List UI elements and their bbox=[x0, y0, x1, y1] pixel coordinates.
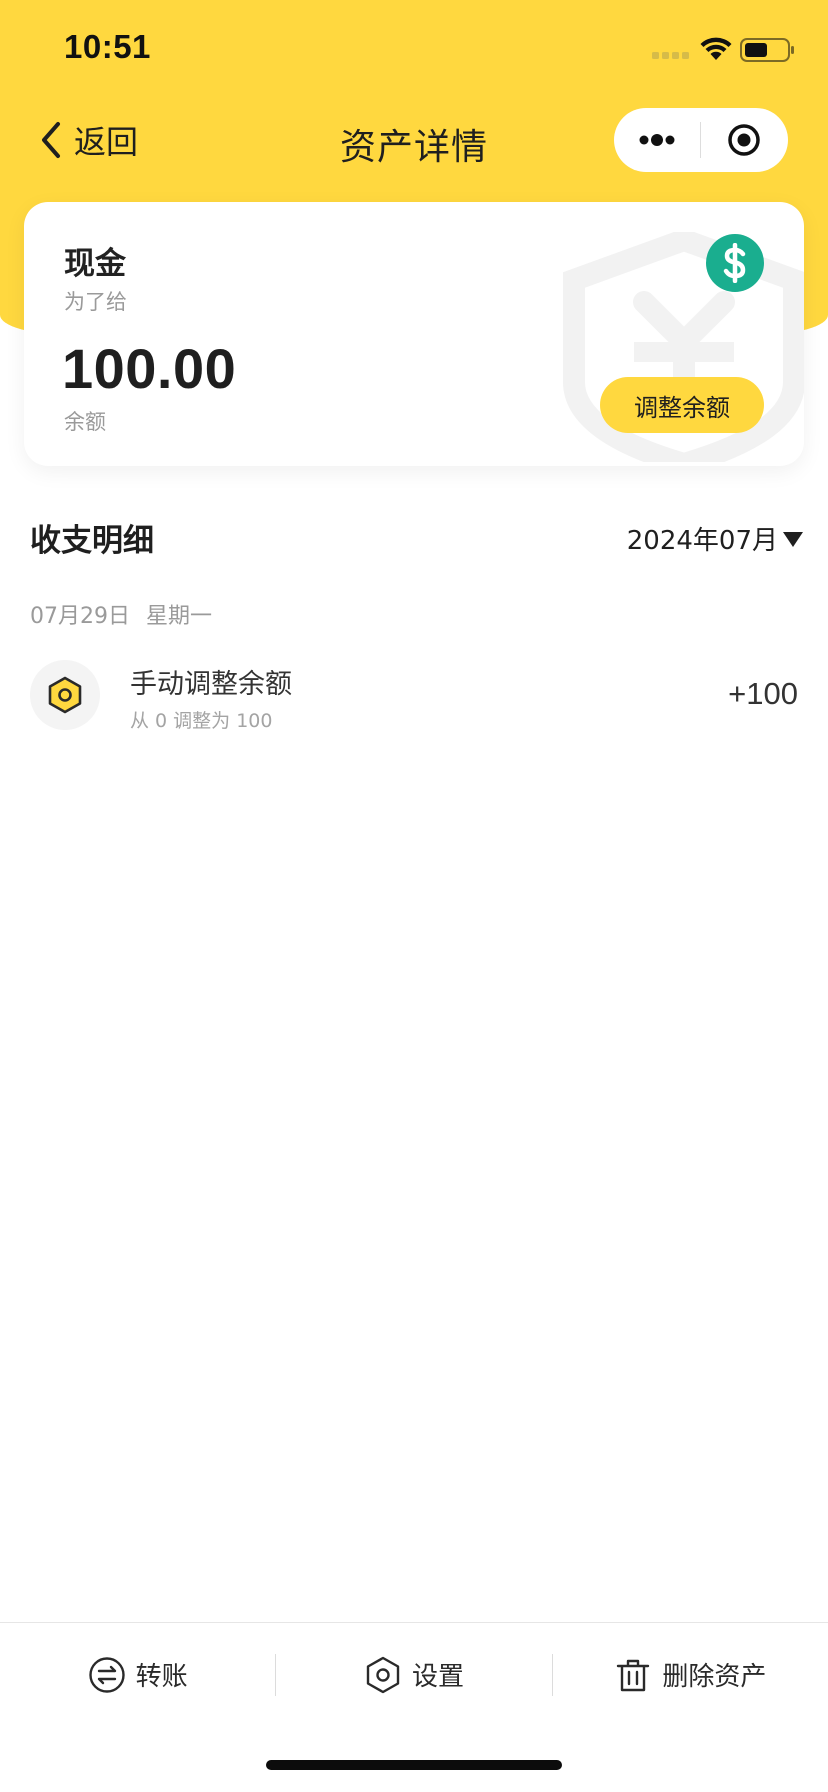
transaction-row[interactable]: 手动调整余额 从 0 调整为 100 +100 bbox=[0, 650, 828, 742]
battery-icon bbox=[740, 38, 794, 62]
home-indicator bbox=[266, 1760, 562, 1770]
status-time: 10:51 bbox=[64, 28, 151, 65]
month-selector[interactable]: 2024年07月 bbox=[627, 520, 804, 557]
section-title: 收支明细 bbox=[30, 523, 154, 559]
asset-card: 现金 为了给 100.00 余额 调整余额 bbox=[24, 202, 804, 466]
bottom-action-bar: 转账 设置 删除资产 bbox=[0, 1622, 828, 1726]
more-button[interactable] bbox=[614, 108, 700, 172]
day-weekday: 星期一 bbox=[146, 604, 213, 629]
settings-label: 设置 bbox=[411, 1662, 464, 1692]
delete-asset-button[interactable]: 删除资产 bbox=[553, 1623, 828, 1727]
transfer-button[interactable]: 转账 bbox=[0, 1623, 275, 1727]
miniprogram-capsule bbox=[614, 108, 788, 172]
asset-detail-page: 10:51 返回 资产详情 现金 为了给 100.00 余额 调整余额 收支明细… bbox=[0, 0, 828, 1792]
asset-balance: 100.00 bbox=[62, 337, 237, 400]
trash-icon bbox=[617, 1659, 650, 1691]
caret-down-icon bbox=[783, 531, 803, 547]
balance-label: 余额 bbox=[64, 410, 106, 434]
settings-hexagon-icon bbox=[366, 1656, 400, 1693]
settings-button[interactable]: 设置 bbox=[276, 1623, 551, 1727]
transaction-subtitle: 从 0 调整为 100 bbox=[130, 710, 273, 732]
transaction-amount: +100 bbox=[728, 676, 798, 711]
day-date: 07月29日 bbox=[30, 604, 130, 629]
close-miniprogram-button[interactable] bbox=[701, 108, 787, 172]
status-bar: 10:51 bbox=[0, 0, 828, 100]
transfer-label: 转账 bbox=[135, 1662, 188, 1692]
transaction-icon-circle bbox=[30, 660, 100, 730]
delete-asset-label: 删除资产 bbox=[662, 1662, 767, 1692]
target-close-icon bbox=[728, 124, 760, 156]
asset-name: 现金 bbox=[64, 246, 126, 282]
transfer-icon bbox=[88, 1656, 125, 1693]
dollar-icon bbox=[706, 234, 764, 292]
month-label: 2024年07月 bbox=[626, 526, 778, 556]
adjust-balance-button[interactable]: 调整余额 bbox=[600, 377, 764, 433]
asset-note: 为了给 bbox=[64, 290, 127, 314]
cellular-signal-icon bbox=[652, 52, 689, 59]
hexagon-icon bbox=[48, 676, 82, 714]
navigation-bar: 返回 资产详情 bbox=[0, 100, 828, 180]
transaction-title: 手动调整余额 bbox=[130, 669, 292, 700]
more-dots-icon bbox=[639, 134, 675, 146]
day-header: 07月29日 星期一 bbox=[30, 598, 212, 630]
wifi-icon bbox=[700, 37, 732, 60]
